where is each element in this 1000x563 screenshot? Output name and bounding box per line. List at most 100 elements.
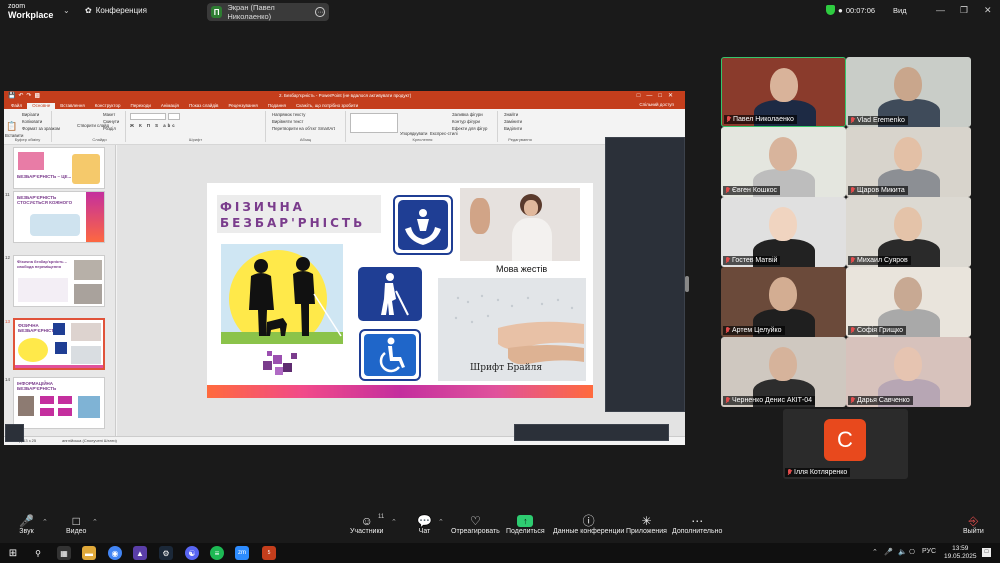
meeting-info-button[interactable]: ⓘ Данные конференции [553,515,624,536]
video-camera-icon: □ [72,514,80,528]
timer-icon: ● [838,5,843,15]
ppt-ribbon: 📋 Вставити Вирізати Копіювати Формат за … [4,109,685,145]
copy-button[interactable]: Копіювати [22,119,42,124]
participant-tile[interactable]: Гостев Матвій [721,197,846,267]
participant-tile[interactable]: C Ілля Котляренко [783,409,908,479]
participant-tile[interactable]: Софія Грищко [846,267,971,337]
section-button[interactable]: Розділ [103,126,116,131]
quick-access-icons[interactable]: 💾↶↷▩ [8,92,43,99]
view-button[interactable]: Вид [893,6,907,15]
cut-button[interactable]: Вирізати [22,112,39,117]
minimize-icon[interactable]: — [936,5,945,15]
participant-tile[interactable]: Михаил Суяров [846,197,971,267]
slide-thumbnail[interactable]: Фізична безбар'єрність – свобода переміщ… [13,255,105,307]
windows-start-icon[interactable]: ⊞ [6,546,20,560]
app-icon[interactable]: ▲ [133,546,147,560]
shape-fill-button[interactable]: Заливка фігури [452,112,483,117]
system-clock[interactable]: 13:59 19.05.2025 [944,545,977,561]
microphone-icon[interactable]: 🎤 [884,548,893,556]
file-explorer-icon[interactable]: ▬ [82,546,96,560]
participant-tile[interactable]: Дарья Савченко [846,337,971,407]
presenter-badge: П [211,6,223,18]
silhouette-figures [249,257,342,337]
search-icon[interactable]: ⚲ [31,546,45,560]
screen-share-indicator[interactable]: П Экран (Павел Николаенко) ⋯ [207,3,329,21]
slide-thumbnail-selected[interactable]: ФІЗИЧНА БЕЗБАР'ЄРНІСТЬ [13,318,105,370]
apps-button[interactable]: ✳ Приложения [626,515,667,536]
react-button[interactable]: ♡ Отреагировать [451,515,500,536]
powerpoint-taskbar-icon[interactable]: 5 [262,546,276,560]
meeting-menu[interactable]: ✿ Конференция [85,6,147,15]
thumbnail-caption: БЕЗБАР'ЄРНІСТЬ – ЦЕ... [17,174,72,179]
select-button[interactable]: Виділити [504,126,522,131]
participant-tile[interactable]: Vlad Eremenko [846,57,971,127]
font-name-input[interactable] [130,113,166,120]
ppt-window-controls[interactable]: □—□✕ [637,92,679,99]
arrange-button[interactable]: Упорядкувати [400,131,427,136]
paste-icon[interactable]: 📋 [6,121,17,132]
reset-button[interactable]: Скинути [103,119,119,124]
text-direction-button[interactable]: Напрямок тексту [272,112,305,117]
ppt-share-button[interactable]: Спільний доступ [634,102,679,108]
chrome-icon[interactable]: ◉ [108,546,122,560]
restore-icon[interactable]: ❐ [960,5,968,16]
volume-icon[interactable]: 🔈 [898,548,907,556]
participant-tile[interactable]: Артем Целуйко [721,267,846,337]
video-button[interactable]: □ Видео [66,514,86,536]
participant-tile[interactable]: Павел Николаенко [721,57,846,127]
leave-button[interactable]: ⎆ Выйти [963,515,984,536]
smartart-button[interactable]: Перетворити на об'єкт SmartArt [272,126,335,131]
video-options-caret[interactable]: ⌃ [92,518,98,526]
slide-thumbnails-pane[interactable]: БЕЗБАР'ЄРНІСТЬ – ЦЕ... 11 БЕЗБАР'ЄРНІСТЬ… [4,145,116,436]
participant-name-tag: Софія Грищко [848,326,906,335]
slide-thumbnail[interactable]: ІНФОРМАЦІЙНА БЕЗБАР'ЄРНІСТЬ [13,377,105,429]
mic-muted-icon [850,117,855,124]
quick-styles-button[interactable]: Експрес-стилі [430,131,458,136]
meeting-label: Конференция [95,6,147,15]
replace-button[interactable]: Замінити [504,119,522,124]
participants-options-caret[interactable]: ⌃ [391,518,397,526]
splitter-handle[interactable] [685,276,689,292]
find-button[interactable]: Знайти [504,112,518,117]
tray-chevron-icon[interactable]: ⌃ [872,548,878,556]
font-format-icons[interactable]: Ж К П S abc [130,123,177,128]
audio-button[interactable]: 🎤 Звук [19,515,34,536]
network-icon[interactable]: ⎔ [909,548,915,556]
shape-outline-button[interactable]: Контур фігури [452,119,480,124]
keyboard-language[interactable]: РУС [922,548,936,555]
close-icon[interactable]: ✕ [984,5,992,16]
react-label: Отреагировать [451,528,500,535]
shapes-gallery[interactable] [350,113,398,133]
participant-tile[interactable]: Євген Кошкос [721,127,846,197]
notifications-icon[interactable]: □ [982,548,991,557]
share-screen-button[interactable]: ↑ Поделиться [506,515,545,535]
chevron-down-icon[interactable]: ⌄ [63,6,70,15]
more-icon[interactable]: ⋯ [315,7,325,17]
zoom-taskbar-icon[interactable]: zm [235,546,249,560]
shape-effects-button[interactable]: Ефекти для фігур [452,126,487,131]
more-button[interactable]: ⋯ Дополнительно [672,515,722,536]
slide-thumbnail[interactable]: БЕЗБАР'ЄРНІСТЬ СТОСУЄТЬСЯ КОЖНОГО [13,191,105,243]
meeting-icon: ✿ [85,6,92,15]
layout-button[interactable]: Макет [103,112,115,117]
slide-thumbnail[interactable]: БЕЗБАР'ЄРНІСТЬ – ЦЕ... [13,147,105,189]
participant-name-tag: Павел Николаенко [724,115,797,124]
participant-tile[interactable]: Черненко Денис АКІТ-04 [721,337,846,407]
audio-options-caret[interactable]: ⌃ [42,518,48,526]
spotify-icon[interactable]: ≡ [210,546,224,560]
task-view-icon[interactable]: ▦ [57,546,71,560]
participant-tile[interactable]: Щаров Микита [846,127,971,197]
windows-taskbar: ⊞ ⚲ ▦ ▬ ◉ ▲ ⚙ ☯ ≡ zm 5 ⌃ 🎤 🔈 ⎔ РУС 13:59… [0,543,1000,563]
chat-options-caret[interactable]: ⌃ [438,518,444,526]
hands-care-icon [393,195,453,255]
align-text-button[interactable]: Вирівняти текст [272,119,304,124]
discord-icon[interactable]: ☯ [185,546,199,560]
wheelchair-icon [359,329,421,381]
group-label: Шрифт [188,137,203,142]
avatar: C [824,419,866,461]
chat-button[interactable]: 💬 Чат [417,515,432,536]
format-painter-button[interactable]: Формат за зразком [22,126,60,131]
font-size-input[interactable] [168,113,180,120]
steam-icon[interactable]: ⚙ [159,546,173,560]
participants-button[interactable]: ☺ 11 Участники [350,514,384,535]
